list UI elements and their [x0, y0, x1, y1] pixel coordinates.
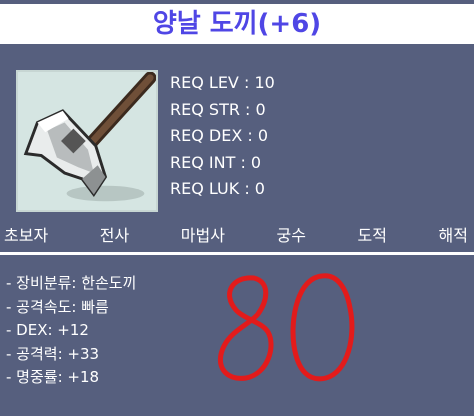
divider: [0, 252, 474, 255]
req-luk: REQ LUK : 0: [170, 179, 265, 198]
req-int: REQ INT : 0: [170, 152, 262, 172]
requirements-list: REQ LEV : 10 REQ STR : 0 REQ DEX : 0 REQ…: [170, 70, 275, 203]
item-title: 양날 도끼(+6): [0, 4, 474, 44]
req-dex: REQ DEX : 0: [170, 126, 269, 145]
item-icon-frame: [16, 70, 158, 212]
job-beginner: 초보자: [4, 226, 49, 245]
stats-list: - 장비분류: 한손도끼 - 공격속도: 빠름 - DEX: +12 - 공격력…: [6, 272, 136, 390]
handwritten-80-annotation: [217, 273, 355, 382]
job-bowman: 궁수: [276, 226, 306, 245]
stat-attack: - 공격력: +33: [6, 344, 100, 363]
job-thief: 도적: [357, 226, 387, 245]
stat-accuracy: - 명중률: +18: [6, 368, 100, 386]
job-list: 초보자 전사 마법사 궁수 도적 해적: [0, 220, 474, 248]
job-magician: 마법사: [180, 226, 225, 245]
req-level: REQ LEV : 10: [170, 73, 275, 92]
stat-dex: - DEX: +12: [6, 321, 89, 339]
job-pirate: 해적: [438, 226, 468, 245]
stat-equip-type: - 장비분류: 한손도끼: [6, 274, 137, 292]
job-warrior: 전사: [99, 226, 130, 245]
double-axe-icon: [23, 72, 156, 202]
req-str: REQ STR : 0: [170, 99, 266, 119]
stat-attack-speed: - 공격속도: 빠름: [6, 297, 109, 316]
